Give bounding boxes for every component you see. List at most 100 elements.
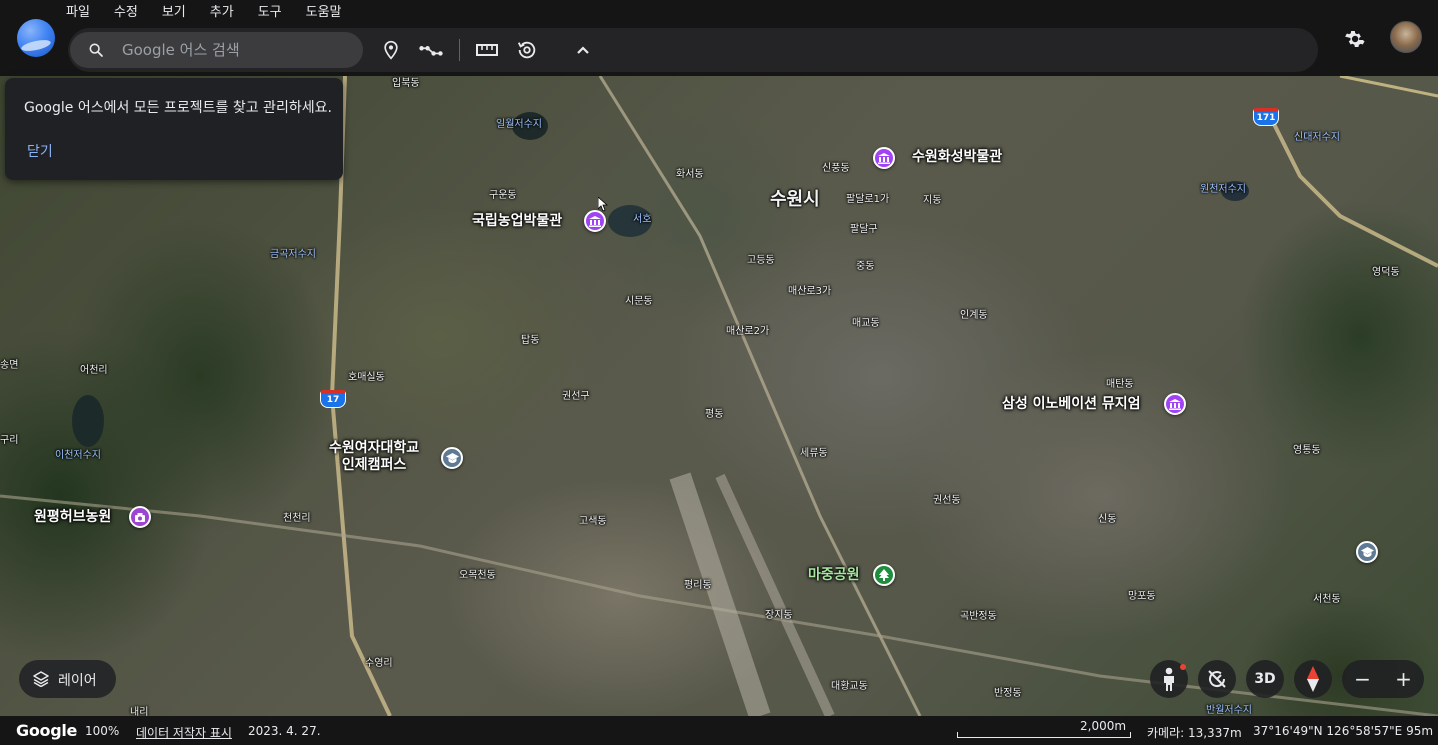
place-label: 권선구 [562, 391, 590, 402]
layers-button[interactable]: 레이어 [19, 660, 116, 698]
reset-tilt-button[interactable] [1198, 660, 1236, 698]
cursor-coordinates: 37°16'49"N 126°58'57"E 95m [1253, 724, 1434, 738]
ruler-icon[interactable] [473, 36, 501, 64]
menu-help[interactable]: 도움말 [294, 3, 354, 23]
place-label: 서호 [633, 214, 652, 225]
place-label: 서천동 [1313, 594, 1341, 605]
place-label: 내리 [130, 707, 149, 716]
garden-pin-icon[interactable] [129, 506, 151, 528]
status-bar: Google 100% 데이터 저작자 표시 2023. 4. 27. 2,00… [0, 716, 1438, 745]
place-label: 이천저수지 [55, 450, 101, 461]
place-label: 반정동 [994, 688, 1022, 699]
popup-close-button[interactable]: 닫기 [27, 141, 53, 161]
place-label: 신동 [1098, 514, 1117, 525]
user-avatar[interactable] [1390, 21, 1422, 53]
place-label: 평리동 [684, 580, 712, 591]
place-label: 매교동 [852, 318, 880, 329]
zoom-in-button[interactable]: + [1383, 660, 1424, 698]
mouse-cursor-icon [598, 197, 608, 212]
place-label: 구리 [0, 435, 19, 446]
place-label: 중동 [856, 261, 875, 272]
zoom-out-button[interactable]: − [1342, 660, 1383, 698]
place-label: 지동 [923, 195, 942, 206]
zoom-control: − + [1342, 660, 1424, 698]
history-icon[interactable] [513, 36, 541, 64]
place-label: 신풍동 [822, 163, 850, 174]
poi-label-samsung-innovation-museum[interactable]: 삼성 이노베이션 뮤지엄 [1002, 396, 1141, 413]
menu-add[interactable]: 추가 [198, 3, 246, 23]
place-label: 영통동 [1293, 445, 1321, 456]
search-box[interactable] [70, 32, 363, 68]
menu-edit[interactable]: 수정 [102, 3, 150, 23]
place-label: 대황교동 [831, 681, 868, 692]
toggle-3d-label: 3D [1254, 671, 1276, 687]
projects-tip-popup: Google 어스에서 모든 프로젝트를 찾고 관리하세요. 닫기 [5, 78, 343, 180]
camera-altitude: 카메라: 13,337m [1147, 726, 1242, 740]
zoom-level: 100% [85, 724, 120, 738]
compass-button[interactable] [1294, 660, 1332, 698]
place-label: 영덕동 [1372, 267, 1400, 278]
poi-label-agriculture-museum[interactable]: 국립농업박물관 [472, 213, 562, 230]
place-label: 송면 [0, 360, 19, 371]
place-label: 원천저수지 [1200, 184, 1246, 195]
scale-bar [957, 732, 1131, 738]
data-attribution-link[interactable]: 데이터 저작자 표시 [136, 724, 232, 741]
google-earth-logo-icon[interactable] [17, 19, 55, 57]
poi-label-majung-park[interactable]: 마중공원 [808, 567, 860, 584]
place-label: 매산로3가 [788, 286, 832, 297]
search-input[interactable] [122, 32, 352, 68]
museum-pin-icon[interactable] [873, 147, 895, 169]
poi-label-suwon-womens-university[interactable]: 수원여자대학교 인제캠퍼스 [329, 440, 419, 474]
place-label: 수영리 [365, 658, 393, 669]
place-label: 구운동 [489, 190, 517, 201]
imagery-date: 2023. 4. 27. [248, 724, 321, 738]
layers-label: 레이어 [58, 673, 97, 689]
museum-pin-icon[interactable] [1164, 393, 1186, 415]
settings-gear-icon[interactable] [1340, 25, 1368, 53]
place-label: 장지동 [765, 610, 793, 621]
menu-tools[interactable]: 도구 [246, 3, 294, 23]
path-icon[interactable] [417, 36, 445, 64]
place-label: 일월저수지 [496, 119, 542, 130]
place-label: 매산로2가 [726, 326, 770, 337]
place-label: 팔달구 [850, 224, 878, 235]
place-label: 금곡저수지 [270, 249, 316, 260]
poi-label-wonpyeong-herb-farm[interactable]: 원평허브농원 [34, 509, 111, 526]
school-pin-icon[interactable] [441, 447, 463, 469]
scale-label: 2,000m [1080, 719, 1127, 733]
menu-file[interactable]: 파일 [54, 3, 102, 23]
place-label: 매탄동 [1106, 379, 1134, 390]
tree-pin-icon[interactable] [873, 564, 895, 586]
place-label: 권선동 [933, 495, 961, 506]
notification-dot [1180, 664, 1186, 670]
route-shield-171: 171 [1253, 108, 1279, 126]
place-label: 화서동 [676, 169, 704, 180]
museum-pin-icon[interactable] [584, 210, 606, 232]
place-label: 탑동 [521, 335, 540, 346]
poi-label-suwon-hwaseong-museum[interactable]: 수원화성박물관 [912, 149, 1002, 166]
place-label: 인계동 [960, 310, 988, 321]
popup-message: Google 어스에서 모든 프로젝트를 찾고 관리하세요. [24, 100, 332, 116]
route-shield-17: 17 [320, 390, 346, 408]
place-label: 반월저수지 [1206, 705, 1252, 716]
place-label: 시문동 [625, 296, 653, 307]
place-label: 호매실동 [348, 372, 385, 383]
compass-icon [1307, 666, 1319, 692]
pegman-icon [1164, 667, 1174, 691]
place-label: 오목천동 [459, 570, 496, 581]
place-label: 천천리 [283, 513, 311, 524]
menu-view[interactable]: 보기 [150, 3, 198, 23]
menu-bar: 파일 수정 보기 추가 도구 도움말 [54, 3, 354, 23]
google-wordmark: Google [16, 721, 78, 740]
toggle-3d-button[interactable]: 3D [1246, 660, 1284, 698]
layers-icon [33, 671, 49, 687]
place-label: 입북동 [392, 78, 420, 89]
search-icon [89, 43, 103, 57]
place-label: 신대저수지 [1294, 132, 1340, 143]
placemark-icon[interactable] [377, 36, 405, 64]
city-label: 수원시 [770, 189, 820, 210]
chevron-up-icon[interactable] [569, 36, 597, 64]
place-label: 곡반정동 [960, 611, 997, 622]
school-pin-icon[interactable] [1356, 541, 1378, 563]
place-label: 고등동 [747, 255, 775, 266]
